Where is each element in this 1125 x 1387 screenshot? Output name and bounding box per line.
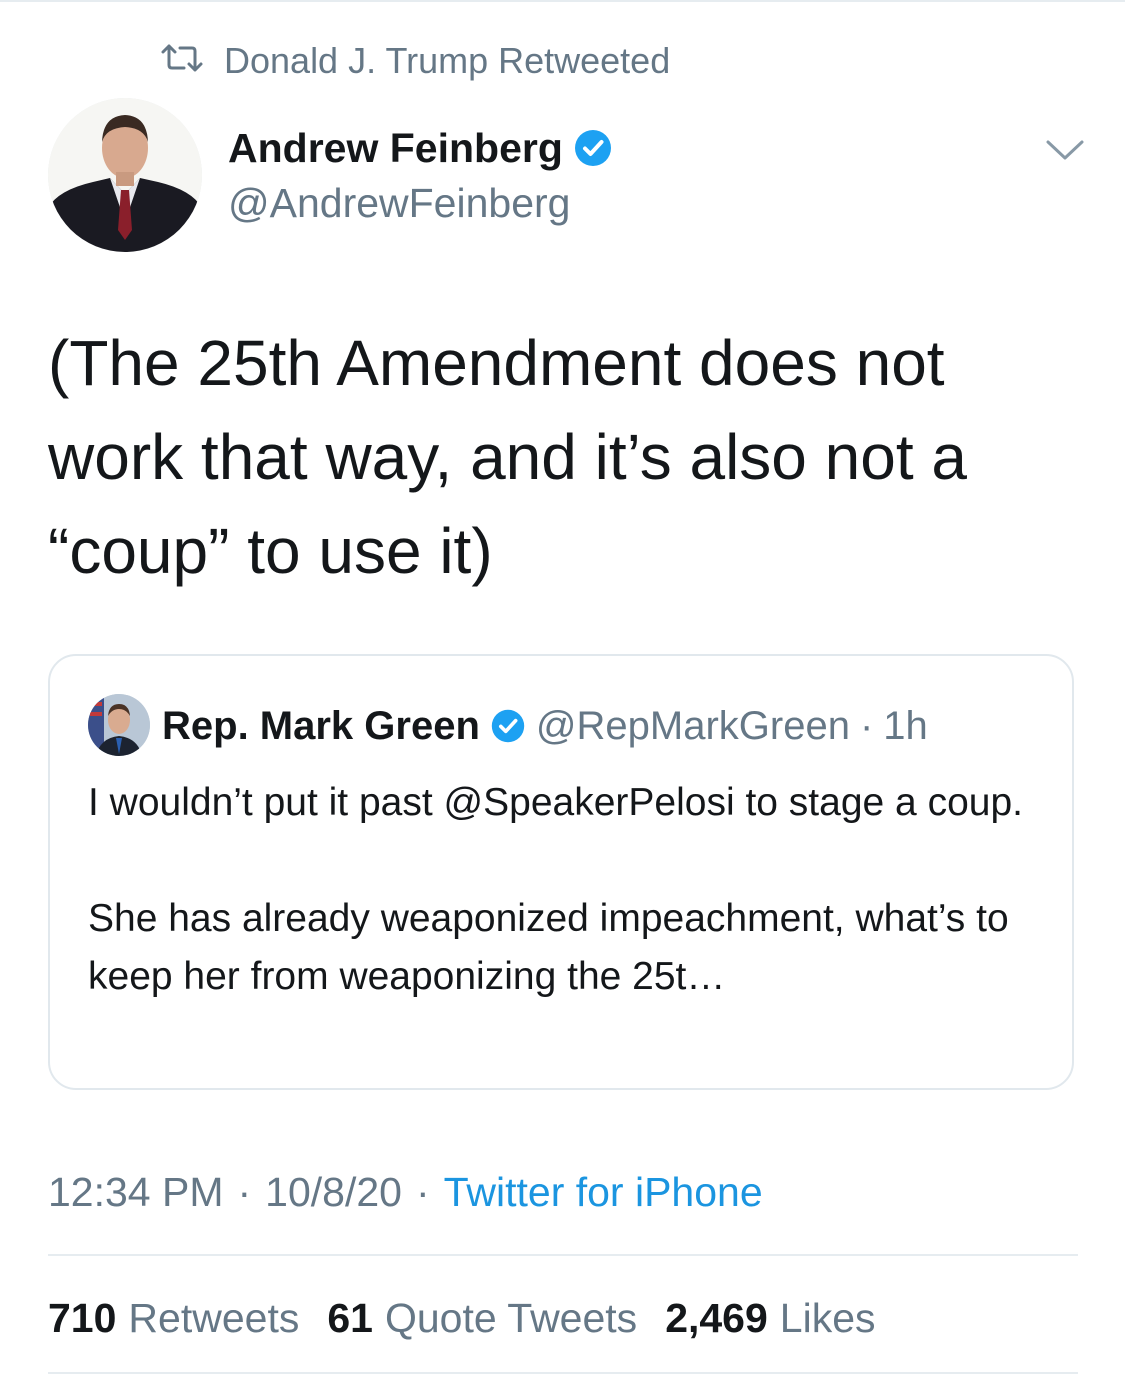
quote-tweets-label: Quote Tweets [384, 1294, 638, 1341]
quoted-author-name: Rep. Mark Green [162, 703, 480, 748]
verified-badge-icon [490, 708, 526, 744]
quoted-separator: · [859, 703, 874, 748]
tweet-stats: 710 Retweets 61 Quote Tweets 2,469 Likes [48, 1290, 876, 1346]
retweet-context-text: Donald J. Trump Retweeted [224, 40, 671, 81]
quoted-author-handle: @RepMarkGreen [535, 703, 850, 748]
retweets-label: Retweets [128, 1294, 300, 1341]
author-avatar[interactable] [48, 98, 202, 252]
retweet-icon [160, 40, 204, 82]
quote-tweets-stat[interactable]: 61 Quote Tweets [327, 1295, 637, 1342]
chevron-down-icon[interactable] [1044, 134, 1086, 166]
quoted-timestamp: 1h [883, 703, 928, 748]
stats-divider-top [48, 1254, 1078, 1256]
quoted-tweet-card[interactable]: Rep. Mark Green @RepMarkGreen · 1h I wou… [48, 654, 1074, 1090]
likes-count: 2,469 [665, 1294, 768, 1341]
tweet-source-link[interactable]: Twitter for iPhone [444, 1169, 763, 1216]
quoted-tweet-text: I wouldn’t put it past @SpeakerPelosi to… [88, 774, 1048, 1006]
quoted-tweet-header: Rep. Mark Green @RepMarkGreen · 1h [162, 698, 928, 754]
meta-separator: · [237, 1168, 252, 1215]
tweet-time: 12:34 PM [48, 1168, 224, 1215]
quoted-author-avatar[interactable] [88, 694, 150, 756]
author-name: Andrew Feinberg [228, 124, 563, 171]
retweet-context[interactable]: Donald J. Trump Retweeted [160, 38, 670, 84]
tweet-meta: 12:34 PM · 10/8/20 · Twitter for iPhone [48, 1164, 763, 1220]
quoted-paragraph-2: She has already weaponized impeachment, … [88, 897, 1009, 998]
stats-divider-bottom [48, 1372, 1078, 1374]
author-name-row[interactable]: Andrew Feinberg [228, 120, 613, 176]
likes-stat[interactable]: 2,469 Likes [665, 1295, 875, 1342]
author-handle[interactable]: @AndrewFeinberg [228, 176, 570, 230]
quote-tweets-count: 61 [327, 1294, 373, 1341]
quoted-paragraph-1: I wouldn’t put it past @SpeakerPelosi to… [88, 781, 1023, 824]
tweet-text: (The 25th Amendment does not work that w… [48, 327, 967, 587]
likes-label: Likes [779, 1294, 876, 1341]
top-divider [0, 0, 1125, 2]
retweets-stat[interactable]: 710 Retweets [48, 1295, 299, 1342]
verified-badge-icon [573, 128, 613, 168]
retweets-count: 710 [48, 1294, 117, 1341]
tweet-date: 10/8/20 [265, 1168, 402, 1215]
meta-separator: · [415, 1168, 430, 1215]
